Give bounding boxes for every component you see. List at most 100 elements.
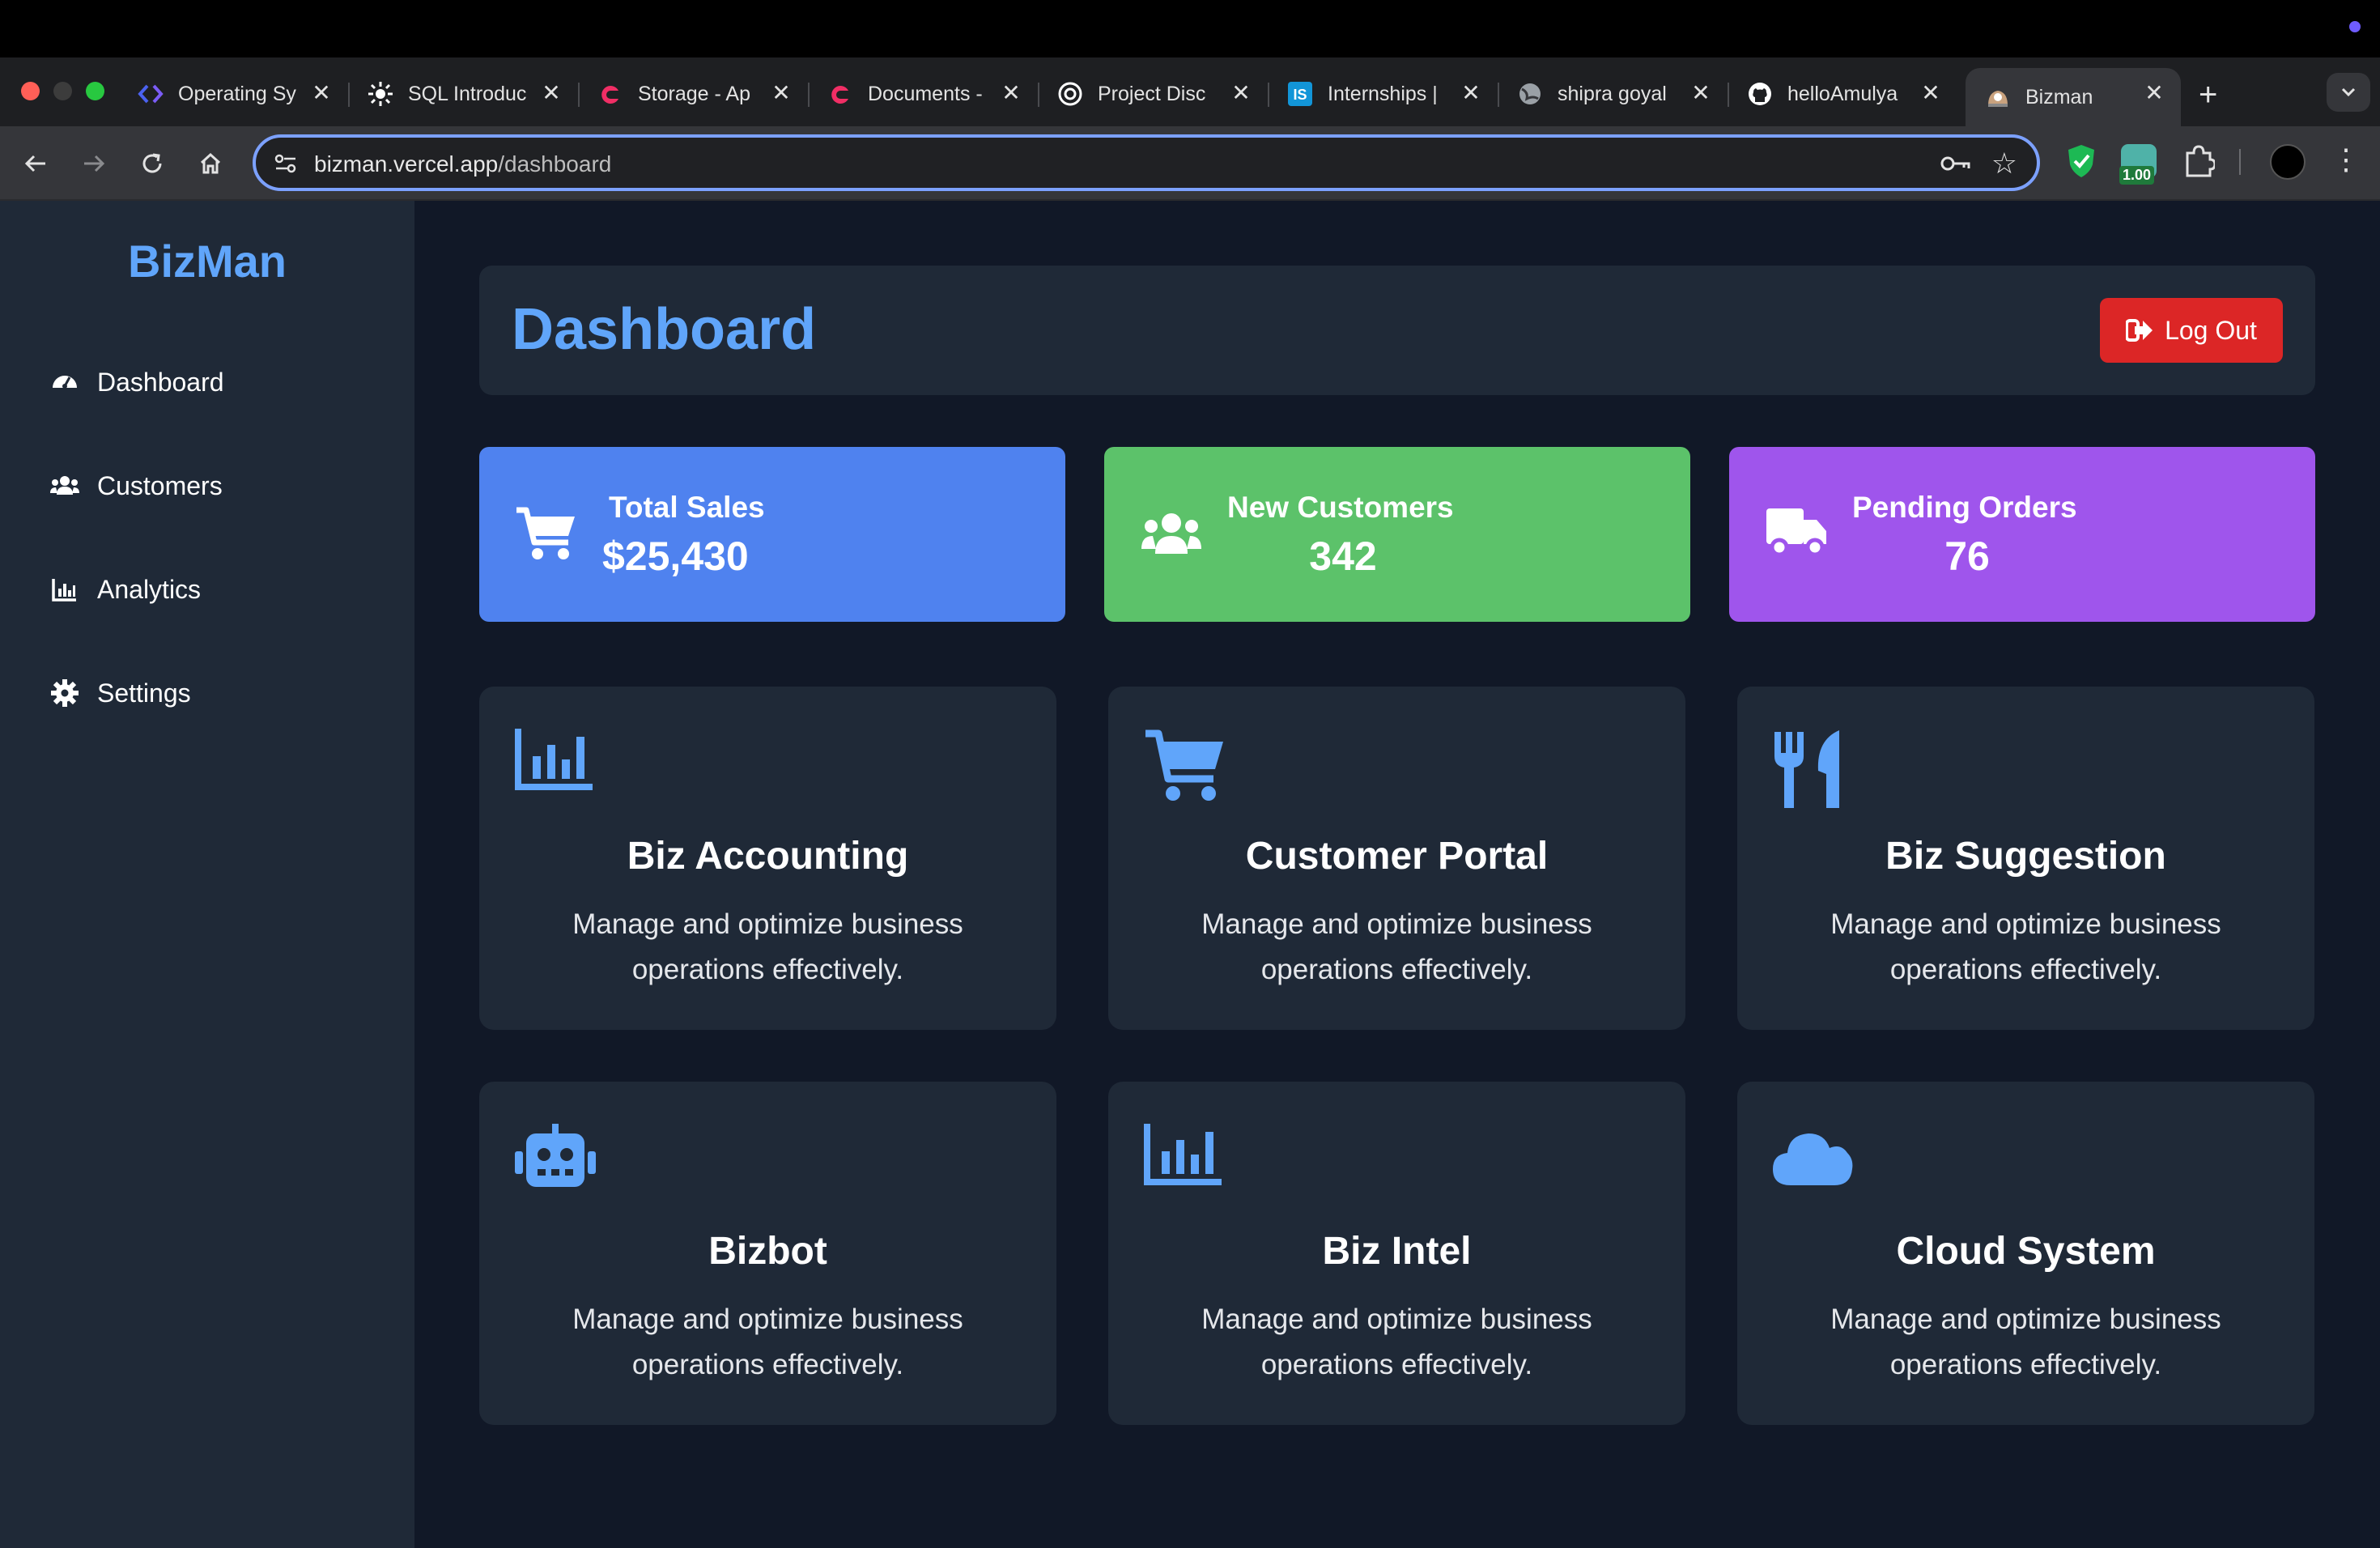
chevron-down-icon	[2341, 87, 2356, 97]
maximize-window-button[interactable]	[86, 82, 104, 100]
appwrite-icon	[827, 81, 853, 107]
tab-title: shipra goyal	[1558, 82, 1667, 105]
globe-icon	[1517, 81, 1543, 107]
feature-card-biz-intel[interactable]: Biz Intel Manage and optimize business o…	[1108, 1082, 1685, 1425]
tab-search-button[interactable]	[2327, 73, 2370, 112]
sidebar-item-dashboard[interactable]: Dashboard	[49, 358, 224, 406]
page-title: Dashboard	[512, 297, 817, 362]
users-icon	[1141, 510, 1201, 559]
browser-tab-active[interactable]: Bizman ✕	[1966, 68, 2181, 126]
url-text: bizman.vercel.app/dashboard	[314, 151, 612, 176]
key-icon[interactable]	[1940, 151, 1972, 181]
browser-tab[interactable]: shipra goyal ✕	[1498, 68, 1729, 120]
browser-tab[interactable]: IS Internships | ✕	[1268, 68, 1499, 120]
feature-card-biz-suggestion[interactable]: Biz Suggestion Manage and optimize busin…	[1737, 687, 2314, 1030]
back-button[interactable]	[16, 144, 55, 183]
status-dot-icon	[2349, 21, 2361, 32]
feature-title: Biz Accounting	[627, 835, 909, 878]
feature-description: Manage and optimize business operations …	[572, 908, 963, 985]
code-icon	[138, 81, 164, 107]
brand-logo[interactable]: BizMan	[0, 235, 414, 287]
sidebar-item-label: Dashboard	[97, 367, 224, 397]
stat-card-pending-orders: Pending Orders 76	[1729, 447, 2315, 622]
shield-icon[interactable]	[2066, 143, 2097, 183]
feature-description: Manage and optimize business operations …	[1830, 908, 2221, 985]
feature-card-biz-accounting[interactable]: Biz Accounting Manage and optimize busin…	[479, 687, 1056, 1030]
feature-description: Manage and optimize business operations …	[1201, 908, 1592, 985]
new-tab-button[interactable]: +	[2199, 77, 2217, 113]
browser-tab[interactable]: Documents - ✕	[808, 68, 1039, 120]
close-tab-icon[interactable]: ✕	[2140, 79, 2168, 106]
robot-icon	[515, 1124, 596, 1193]
feature-card-cloud-system[interactable]: Cloud System Manage and optimize busines…	[1737, 1082, 2314, 1425]
cloud-icon	[1773, 1130, 1854, 1191]
utensils-icon	[1773, 729, 1841, 814]
feature-card-customer-portal[interactable]: Customer Portal Manage and optimize busi…	[1108, 687, 1685, 1030]
close-tab-icon[interactable]: ✕	[1687, 79, 1715, 106]
svg-text:IS: IS	[1293, 87, 1307, 103]
home-button[interactable]	[191, 144, 230, 183]
home-icon	[200, 152, 221, 174]
arrow-left-icon	[24, 155, 45, 172]
sidebar-item-settings[interactable]: Settings	[49, 669, 191, 717]
site-settings-icon[interactable]	[274, 151, 298, 180]
tab-title: Project Disc	[1098, 82, 1206, 105]
profile-avatar[interactable]	[2270, 144, 2306, 180]
close-tab-icon[interactable]: ✕	[1917, 79, 1944, 106]
feature-title: Customer Portal	[1245, 835, 1549, 878]
openai-icon	[1057, 81, 1083, 107]
browser-tab[interactable]: Operating Sy ✕	[118, 68, 350, 120]
close-tab-icon[interactable]: ✕	[538, 79, 565, 106]
close-tab-icon[interactable]: ✕	[997, 79, 1025, 106]
extension-badge-count: 1.00	[2119, 166, 2155, 185]
chart-icon	[49, 573, 81, 606]
reload-icon	[142, 153, 162, 173]
browser-tab[interactable]: Project Disc ✕	[1038, 68, 1269, 120]
page-header: Dashboard Log Out	[479, 266, 2315, 395]
extensions-puzzle-icon[interactable]	[2182, 143, 2216, 183]
sign-out-icon	[2126, 318, 2153, 342]
appwrite-icon	[597, 81, 623, 107]
close-tab-icon[interactable]: ✕	[308, 79, 335, 106]
close-tab-icon[interactable]: ✕	[767, 79, 795, 106]
internshala-icon: IS	[1287, 81, 1313, 107]
stat-label: Total Sales	[609, 491, 765, 524]
stat-label: New Customers	[1227, 491, 1454, 524]
browser-menu-icon[interactable]: ⋮	[2331, 142, 2361, 176]
tab-bar: Operating Sy ✕ SQL Introduc ✕ Storage - …	[0, 57, 2380, 126]
sidebar-item-customers[interactable]: Customers	[49, 461, 223, 510]
tab-title: Internships |	[1328, 82, 1438, 105]
truck-icon	[1766, 508, 1828, 561]
cart-icon	[1144, 729, 1225, 806]
reload-button[interactable]	[133, 144, 172, 183]
gear-icon	[49, 677, 81, 709]
stat-value: 76	[1944, 534, 1990, 579]
browser-tab[interactable]: helloAmulya ✕	[1728, 68, 1957, 120]
close-tab-icon[interactable]: ✕	[1457, 79, 1485, 106]
feature-card-bizbot[interactable]: Bizbot Manage and optimize business oper…	[479, 1082, 1056, 1425]
logout-label: Log Out	[2165, 315, 2257, 345]
logout-button[interactable]: Log Out	[2100, 298, 2283, 363]
tab-title: Documents -	[868, 82, 983, 105]
sidebar-item-label: Settings	[97, 678, 191, 708]
browser-tab[interactable]: Storage - Ap ✕	[578, 68, 810, 120]
extension-badge-icon[interactable]: 1.00	[2119, 144, 2157, 185]
stat-card-new-customers: New Customers 342	[1104, 447, 1690, 622]
address-bar[interactable]: bizman.vercel.app/dashboard ☆	[253, 134, 2040, 191]
stat-label: Pending Orders	[1852, 491, 2077, 524]
tab-title: Bizman	[2025, 85, 2093, 108]
chart-icon	[1144, 1124, 1222, 1189]
feature-title: Biz Suggestion	[1885, 835, 2166, 878]
close-tab-icon[interactable]: ✕	[1227, 79, 1255, 106]
sidebar: BizMan Dashboard Customers Analytics Set…	[0, 201, 414, 1548]
close-window-button[interactable]	[21, 82, 40, 100]
tab-title: Storage - Ap	[638, 82, 750, 105]
forward-button[interactable]	[74, 144, 113, 183]
sun-icon	[368, 81, 393, 107]
bookmark-star-icon[interactable]: ☆	[1991, 147, 2017, 181]
minimize-window-button[interactable]	[53, 82, 72, 100]
sidebar-item-analytics[interactable]: Analytics	[49, 565, 201, 614]
stat-card-total-sales: Total Sales $25,430	[479, 447, 1065, 622]
browser-tab[interactable]: SQL Introduc ✕	[348, 68, 580, 120]
feature-title: Cloud System	[1896, 1230, 2156, 1273]
